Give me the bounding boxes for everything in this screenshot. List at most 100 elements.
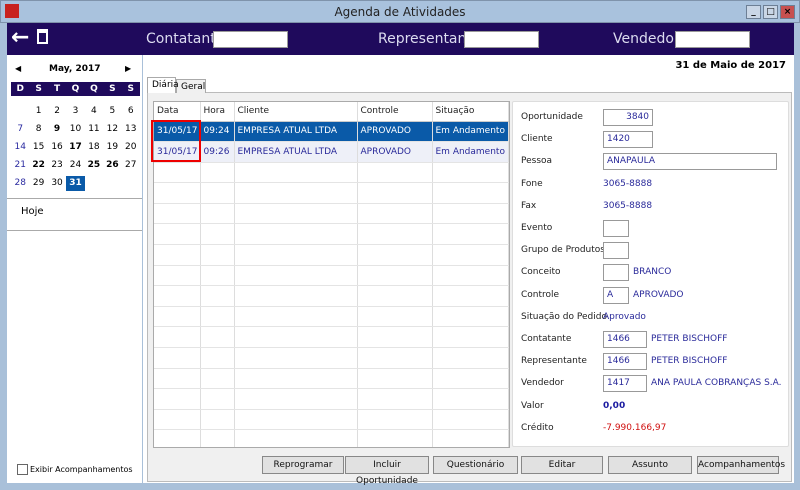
calendar-day[interactable]: 2 <box>48 104 66 119</box>
back-arrow-icon[interactable]: ← <box>11 25 29 50</box>
calendar-day[interactable]: 30 <box>48 176 66 191</box>
calendar-day[interactable]: 7 <box>11 122 29 137</box>
col-data[interactable]: Data <box>154 102 201 122</box>
calendar-day[interactable]: 23 <box>48 158 66 173</box>
calendar-day[interactable]: 25 <box>85 158 103 173</box>
table-row[interactable] <box>154 203 509 225</box>
table-row[interactable] <box>154 409 509 431</box>
table-cell <box>234 388 358 410</box>
table-row[interactable] <box>154 265 509 287</box>
table-cell <box>234 409 358 431</box>
calendar-day[interactable]: 6 <box>122 104 140 119</box>
calendar-day[interactable]: 16 <box>48 140 66 155</box>
calendar-day[interactable]: 18 <box>85 140 103 155</box>
controle-value[interactable]: A <box>603 286 629 304</box>
table-row[interactable]: 31/05/17 09:26 EMPRESA ATUAL LTDA APROVADO E… <box>154 141 509 163</box>
contatante-label: Contatante <box>521 334 572 344</box>
table-cell <box>432 285 509 307</box>
maximize-button[interactable]: □ <box>763 5 778 19</box>
table-cell <box>357 265 433 287</box>
next-month-icon[interactable]: ▶ <box>125 64 131 73</box>
table-cell <box>200 265 235 287</box>
calendar-day[interactable]: 28 <box>11 176 29 191</box>
reprogramar-button[interactable]: Reprogramar <box>262 456 344 474</box>
calendar-day[interactable]: 19 <box>103 140 121 155</box>
calendar-day[interactable]: 3 <box>66 104 84 119</box>
editar-button[interactable]: Editar <box>521 456 603 474</box>
conceito-value[interactable] <box>603 264 629 282</box>
vendedor-description: ANA PAULA COBRANÇAS S.A. <box>651 378 782 389</box>
table-row[interactable] <box>154 285 509 307</box>
incluir-oportunidade-button[interactable]: Incluir Oportunidade <box>345 456 429 486</box>
show-followups-checkbox[interactable] <box>17 464 28 475</box>
acompanhamentos-button[interactable]: Acompanhamentos <box>697 456 785 474</box>
tab-diaria[interactable]: Diária <box>147 77 179 93</box>
cliente-value[interactable]: 1420 <box>603 131 653 149</box>
vendedor-value[interactable]: 1417 <box>603 375 647 393</box>
table-row[interactable] <box>154 429 509 447</box>
calendar-day[interactable]: 22 <box>29 158 47 173</box>
table-cell <box>432 306 509 328</box>
evento-value[interactable] <box>603 220 629 237</box>
calendar-day[interactable]: 13 <box>122 122 140 137</box>
col-controle[interactable]: Controle <box>357 102 433 122</box>
representante-value[interactable]: 1466 <box>603 353 647 371</box>
table-row[interactable] <box>154 368 509 390</box>
table-row[interactable] <box>154 326 509 349</box>
table-cell <box>234 162 358 184</box>
calendar-day[interactable]: 20 <box>122 140 140 155</box>
contatante-input[interactable] <box>213 31 288 48</box>
pessoa-value[interactable]: ANAPAULA <box>603 153 777 171</box>
calendar-day[interactable]: 26 <box>103 158 121 173</box>
col-cliente[interactable]: Cliente <box>234 102 358 122</box>
table-row[interactable] <box>154 223 509 246</box>
calendar-day[interactable]: 1 <box>29 104 47 119</box>
table-row[interactable] <box>154 388 509 410</box>
trash-icon[interactable] <box>37 29 48 44</box>
tab-geral[interactable]: Geral <box>176 79 206 93</box>
minimize-button[interactable]: _ <box>746 5 761 19</box>
table-row[interactable] <box>154 347 509 369</box>
table-row[interactable] <box>154 182 509 204</box>
table-row[interactable] <box>154 162 509 184</box>
today-link[interactable]: Hoje <box>21 206 44 217</box>
representante-input[interactable] <box>464 31 539 48</box>
calendar-day[interactable]: 11 <box>85 122 103 137</box>
vendedor-input[interactable] <box>675 31 750 48</box>
oportunidade-label: Oportunidade <box>521 112 583 122</box>
table-cell <box>432 409 509 431</box>
calendar-day[interactable]: 8 <box>29 122 47 137</box>
table-row[interactable] <box>154 244 509 266</box>
col-situacao[interactable]: Situação <box>432 102 509 122</box>
calendar-day[interactable]: 9 <box>48 122 66 137</box>
calendar-day[interactable]: 29 <box>29 176 47 191</box>
representante-description: PETER BISCHOFF <box>651 356 728 367</box>
grupo-value[interactable] <box>603 242 629 260</box>
table-cell <box>432 429 509 447</box>
contatante-value[interactable]: 1466 <box>603 331 647 348</box>
table-cell <box>357 203 433 225</box>
calendar-day[interactable]: 31 <box>66 176 85 191</box>
table-row[interactable] <box>154 306 509 328</box>
calendar-day[interactable]: 12 <box>103 122 121 137</box>
valor-value: 0,00 <box>603 400 626 411</box>
calendar-day[interactable]: 24 <box>66 158 84 173</box>
questionario-button[interactable]: Questionário <box>433 456 518 474</box>
table-cell <box>200 162 235 184</box>
table-cell <box>432 182 509 204</box>
calendar-day[interactable]: 27 <box>122 158 140 173</box>
close-button[interactable]: × <box>780 5 795 19</box>
calendar-day[interactable]: 4 <box>85 104 103 119</box>
prev-month-icon[interactable]: ◀ <box>15 64 21 73</box>
calendar-day[interactable]: 17 <box>66 140 84 155</box>
table-cell <box>154 265 201 287</box>
calendar-day[interactable]: 21 <box>11 158 29 173</box>
col-hora[interactable]: Hora <box>200 102 235 122</box>
calendar-day[interactable]: 15 <box>29 140 47 155</box>
assunto-button[interactable]: Assunto <box>608 456 692 474</box>
calendar-day[interactable]: 10 <box>66 122 84 137</box>
calendar-day[interactable]: 5 <box>103 104 121 119</box>
oportunidade-value[interactable]: 3840 <box>603 109 653 126</box>
table-row[interactable]: 31/05/17 09:24 EMPRESA ATUAL LTDA APROVADO E… <box>154 121 509 143</box>
calendar-day[interactable]: 14 <box>11 140 29 155</box>
